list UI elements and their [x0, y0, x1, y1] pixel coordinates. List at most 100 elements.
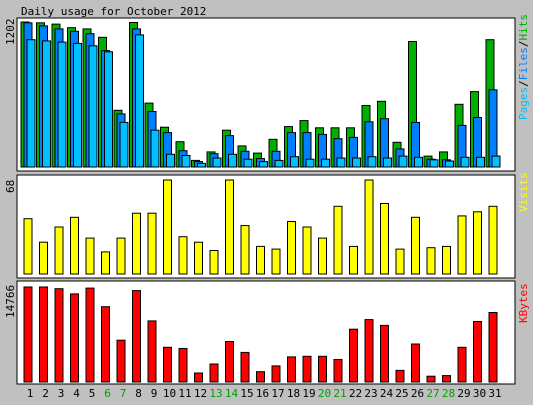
bar-pages-day-28 [445, 160, 454, 168]
day-label-31: 31 [488, 387, 501, 400]
bar-pages-day-6 [104, 51, 113, 168]
bar-kbytes-day-19 [302, 355, 312, 383]
y-max-label: 1202 [4, 19, 17, 46]
bar-pages-day-15 [243, 158, 253, 168]
bar-visits-day-30 [473, 211, 482, 275]
day-label-8: 8 [135, 387, 142, 400]
bar-pages-day-9 [150, 129, 160, 168]
y-max-label: 68 [4, 180, 17, 193]
day-label-20: 20 [318, 387, 331, 400]
bar-kbytes-day-4 [70, 293, 79, 383]
bar-pages-day-11 [181, 155, 191, 168]
bar-visits-day-25 [395, 248, 405, 275]
panel-kbytes: 14766 KBytes [4, 280, 530, 385]
bar-pages-day-12 [197, 162, 206, 168]
day-label-19: 19 [302, 387, 315, 400]
bar-pages-day-5 [88, 45, 98, 168]
day-label-21: 21 [333, 387, 346, 400]
bar-kbytes-day-20 [318, 355, 327, 383]
bar-kbytes-day-30 [473, 321, 482, 383]
legend-hits: Hits [517, 14, 530, 41]
bar-kbytes-day-9 [147, 320, 157, 383]
chart-title: Daily usage for October 2012 [21, 5, 206, 18]
bar-kbytes-day-16 [256, 371, 265, 383]
bar-pages-day-20 [321, 158, 330, 168]
bar-visits-day-24 [380, 203, 389, 275]
bar-visits-day-18 [287, 221, 296, 275]
bar-visits-day-22 [349, 245, 358, 275]
day-label-24: 24 [380, 387, 394, 400]
bar-kbytes-day-22 [349, 328, 358, 383]
bar-kbytes-day-28 [442, 375, 451, 383]
bar-kbytes-day-17 [271, 365, 281, 383]
day-label-3: 3 [58, 387, 65, 400]
y-max-label: 14766 [4, 285, 17, 318]
bar-visits-day-2 [39, 241, 48, 275]
bar-visits-day-12 [194, 241, 203, 275]
legend-hits-files-pages: Pages/Files/Hits [517, 14, 530, 120]
bar-pages-day-17 [274, 159, 284, 168]
day-label-22: 22 [349, 387, 362, 400]
day-label-26: 26 [411, 387, 424, 400]
bar-kbytes-day-29 [457, 346, 467, 383]
bar-pages-day-24 [383, 157, 392, 168]
legend-kbytes: KBytes [517, 283, 530, 323]
bar-visits-day-10 [163, 179, 172, 275]
day-label-28: 28 [442, 387, 455, 400]
legend-visits: Visits [517, 172, 530, 212]
day-label-25: 25 [395, 387, 408, 400]
bar-kbytes-day-12 [194, 372, 203, 383]
bar-kbytes-day-27 [426, 375, 436, 383]
day-label-6: 6 [104, 387, 111, 400]
bar-pages-day-7 [119, 121, 129, 168]
bar-visits-day-28 [442, 245, 451, 275]
day-label-11: 11 [178, 387, 191, 400]
day-label-1: 1 [27, 387, 34, 400]
bar-pages-day-25 [398, 155, 408, 168]
bar-visits-day-3 [54, 226, 64, 275]
bar-pages-day-21 [336, 157, 346, 168]
bar-kbytes-day-13 [209, 363, 219, 383]
bar-pages-day-10 [166, 153, 175, 168]
day-label-5: 5 [89, 387, 96, 400]
day-label-7: 7 [120, 387, 127, 400]
bar-kbytes-day-26 [411, 343, 420, 383]
bar-kbytes-day-3 [54, 288, 64, 383]
bar-visits-day-27 [426, 247, 436, 275]
day-label-13: 13 [209, 387, 222, 400]
bar-visits-day-23 [364, 179, 374, 275]
bar-pages-day-26 [414, 156, 423, 168]
day-label-29: 29 [457, 387, 470, 400]
day-label-17: 17 [271, 387, 284, 400]
day-label-27: 27 [426, 387, 439, 400]
panel-visits: 68 Visits [4, 172, 530, 279]
day-label-12: 12 [194, 387, 207, 400]
bar-pages-day-8 [135, 34, 144, 168]
bar-pages-day-14 [228, 153, 237, 168]
bar-kbytes-day-14 [225, 341, 234, 383]
bar-pages-day-4 [73, 42, 82, 168]
bar-visits-day-29 [457, 215, 467, 275]
day-label-2: 2 [42, 387, 49, 400]
bar-visits-day-6 [101, 251, 110, 275]
bar-pages-day-19 [305, 158, 315, 168]
bar-pages-day-13 [212, 157, 222, 168]
bar-kbytes-day-18 [287, 356, 296, 383]
bar-kbytes-day-6 [101, 306, 110, 383]
day-label-9: 9 [151, 387, 158, 400]
bar-visits-day-9 [147, 212, 157, 275]
day-label-18: 18 [287, 387, 300, 400]
bar-kbytes-day-5 [85, 287, 95, 383]
bar-visits-day-11 [178, 236, 188, 275]
day-label-14: 14 [225, 387, 239, 400]
bar-kbytes-day-1 [23, 286, 33, 383]
bar-visits-day-13 [209, 250, 219, 275]
usage-chart: Daily usage for October 2012 1202 Pages/… [0, 0, 533, 405]
bar-pages-day-27 [429, 159, 439, 168]
bar-visits-day-19 [302, 226, 312, 275]
bar-kbytes-day-11 [178, 348, 188, 383]
day-label-4: 4 [73, 387, 80, 400]
bar-kbytes-day-24 [380, 324, 389, 383]
bar-visits-day-26 [411, 216, 420, 275]
bar-pages-day-16 [259, 161, 268, 168]
